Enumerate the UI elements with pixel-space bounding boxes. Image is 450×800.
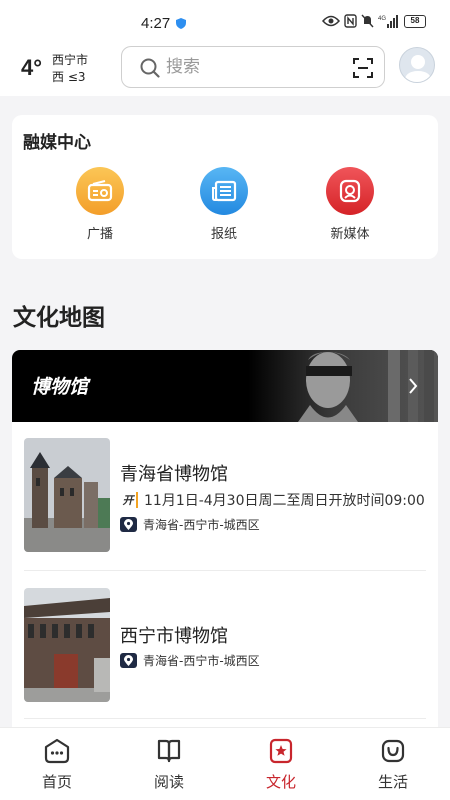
svg-text:4G: 4G [378, 16, 386, 22]
media-center-title: 融媒中心 [23, 133, 91, 153]
media-item-label: 新媒体 [330, 227, 370, 242]
nav-item-life[interactable]: 生活 [363, 738, 423, 792]
weather-temperature[interactable]: 4° [21, 55, 42, 81]
nav-item-home[interactable]: 首页 [27, 738, 87, 792]
nav-item-culture[interactable]: 文化 [251, 738, 311, 792]
nav-label: 阅读 [153, 773, 184, 791]
museum-list: 青海省博物馆 开 11月1日-4月30日周二至周日开放时间09:00 青海省-西… [12, 422, 438, 732]
media-item-label: 广播 [86, 227, 113, 242]
museum-list-item[interactable]: 青海省博物馆 开 11月1日-4月30日周二至周日开放时间09:00 青海省-西… [24, 438, 425, 556]
culture-icon [269, 738, 293, 764]
book-icon [157, 739, 181, 763]
radio-icon [76, 167, 124, 215]
status-icons: 4G 58 [322, 14, 426, 28]
newspaper-icon [200, 167, 248, 215]
search-icon [140, 58, 160, 78]
media-item-new-media[interactable]: 新媒体 [320, 167, 380, 242]
search-box[interactable] [121, 46, 385, 88]
status-bar: 4:27 4G 58 [0, 0, 450, 42]
culture-map-title: 文化地图 [13, 305, 105, 331]
museum-location: 青海省-西宁市-城西区 [143, 653, 260, 668]
museum-thumbnail [24, 438, 110, 552]
media-item-newspaper[interactable]: 报纸 [194, 167, 254, 242]
app-header: 4° 西宁市 西 ≤3 [0, 42, 450, 96]
museum-location: 青海省-西宁市-城西区 [143, 517, 260, 532]
divider [24, 570, 426, 571]
weather-wind[interactable]: 西 ≤3 [52, 68, 86, 85]
chevron-right-icon [409, 378, 418, 394]
media-item-radio[interactable]: 广播 [70, 167, 130, 242]
nav-label: 生活 [377, 773, 408, 791]
nav-item-read[interactable]: 阅读 [139, 738, 199, 792]
avatar[interactable] [399, 47, 435, 83]
location-pin-icon [120, 516, 137, 532]
nfc-icon [344, 14, 357, 28]
signal-icon: 4G [378, 15, 398, 28]
divider [24, 718, 426, 719]
museum-name: 青海省博物馆 [120, 464, 228, 485]
bottom-nav: 首页 阅读 文化 生活 [0, 727, 450, 800]
mute-icon [361, 14, 374, 28]
museum-name: 西宁市博物馆 [120, 626, 228, 647]
life-icon [381, 739, 405, 763]
search-input[interactable] [166, 55, 336, 79]
location-row: 青海省-西宁市-城西区 [120, 514, 260, 534]
status-time: 4:27 [141, 15, 171, 32]
location-row: 青海省-西宁市-城西区 [120, 650, 260, 670]
user-avatar-icon [404, 55, 432, 82]
nav-label: 首页 [41, 773, 72, 791]
open-badge: 开 [120, 492, 138, 508]
museum-list-item[interactable]: 西宁市博物馆 青海省-西宁市-城西区 [24, 588, 424, 702]
shield-icon [176, 18, 186, 29]
media-item-label: 报纸 [210, 227, 237, 242]
nav-label: 文化 [265, 773, 296, 791]
museum-banner[interactable]: 博物馆 [12, 350, 438, 422]
opening-hours-row: 开 11月1日-4月30日周二至周日开放时间09:00 [120, 490, 432, 510]
eye-icon [322, 15, 340, 27]
museum-thumbnail [24, 588, 110, 702]
new-media-icon [326, 167, 374, 215]
media-center-card: 融媒中心 广播 报纸 新媒体 [12, 115, 438, 259]
scan-icon[interactable] [353, 58, 373, 78]
home-icon [44, 738, 70, 764]
museum-banner-title: 博物馆 [31, 376, 89, 398]
battery-indicator: 58 [404, 14, 426, 28]
opening-hours: 11月1日-4月30日周二至周日开放时间09:00 [144, 493, 425, 509]
location-pin-icon [120, 652, 137, 668]
weather-city[interactable]: 西宁市 [52, 51, 88, 68]
